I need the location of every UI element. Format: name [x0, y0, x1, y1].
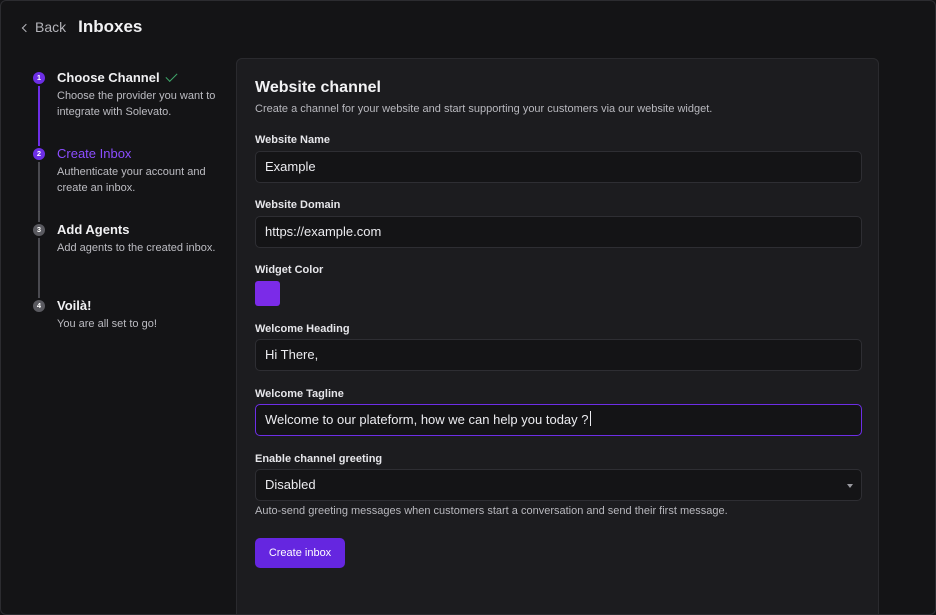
step-number: 1 [33, 72, 45, 84]
channel-greeting-label: Enable channel greeting [255, 453, 383, 465]
step-title: Add Agents [57, 222, 130, 237]
website-name-input[interactable]: Example [255, 151, 862, 183]
step-connector [38, 86, 40, 146]
website-domain-input[interactable]: https://example.com [255, 216, 862, 248]
step-title: Choose Channel [57, 70, 160, 85]
step-description: Add agents to the created inbox. [57, 242, 216, 254]
form-title: Website channel [255, 79, 381, 96]
step-wizard: 1 Choose Channel Choose the provider you… [31, 69, 226, 333]
page-header: Back Inboxes [21, 15, 143, 39]
welcome-tagline-value: Welcome to our plateform, how we can hel… [265, 412, 589, 427]
step-description: Choose the provider you want to integrat… [57, 90, 216, 118]
page-title: Inboxes [78, 17, 143, 36]
welcome-tagline-label: Welcome Tagline [255, 388, 344, 400]
back-button[interactable]: Back [21, 19, 67, 35]
text-caret [589, 411, 591, 426]
website-channel-form: Website channel Create a channel for you… [236, 58, 879, 614]
welcome-heading-label: Welcome Heading [255, 323, 350, 335]
step-connector [38, 162, 40, 222]
form-subtitle: Create a channel for your website and st… [255, 103, 713, 115]
step-title: Voilà! [57, 298, 92, 313]
channel-greeting-help: Auto-send greeting messages when custome… [255, 505, 728, 517]
widget-color-swatch[interactable] [255, 281, 280, 306]
step-title: Create Inbox [57, 146, 132, 161]
website-name-label: Website Name [255, 134, 330, 146]
step-create-inbox: 2 Create Inbox Authenticate your account… [31, 145, 226, 222]
website-domain-label: Website Domain [255, 199, 341, 211]
step-choose-channel: 1 Choose Channel Choose the provider you… [31, 69, 226, 146]
channel-greeting-select[interactable]: Disabled [255, 469, 862, 501]
step-number: 2 [33, 148, 45, 160]
back-label: Back [35, 19, 67, 35]
widget-color-label: Widget Color [255, 264, 324, 276]
step-number: 4 [33, 300, 45, 312]
step-number: 3 [33, 224, 45, 236]
caret-down-icon [847, 484, 853, 488]
create-inbox-button[interactable]: Create inbox [255, 538, 345, 568]
app-window: Back Inboxes 1 Choose Channel Choose the… [0, 0, 936, 615]
welcome-tagline-input[interactable]: Welcome to our plateform, how we can hel… [255, 404, 862, 436]
step-add-agents: 3 Add Agents Add agents to the created i… [31, 221, 226, 298]
check-icon [165, 69, 178, 83]
chevron-left-icon [21, 23, 31, 32]
welcome-heading-input[interactable]: Hi There, [255, 339, 862, 371]
step-connector [38, 238, 40, 298]
step-description: You are all set to go! [57, 318, 157, 330]
step-voila: 4 Voilà! You are all set to go! [31, 297, 226, 333]
channel-greeting-value: Disabled [265, 477, 316, 492]
step-description: Authenticate your account and create an … [57, 166, 206, 194]
